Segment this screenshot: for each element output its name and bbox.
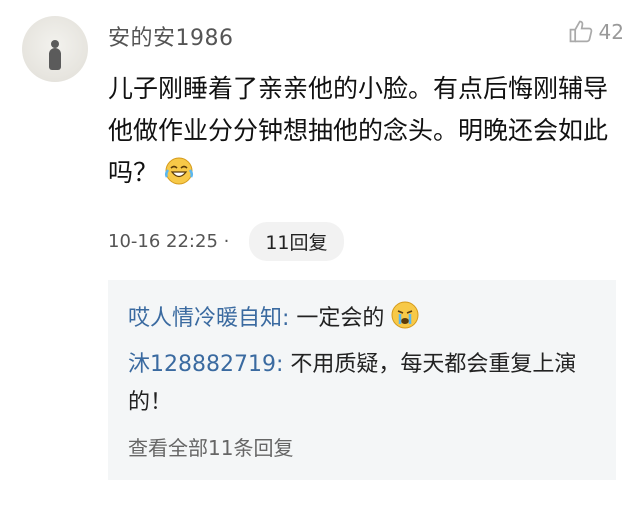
comment-username[interactable]: 安的安1986 [108, 20, 234, 52]
avatar[interactable] [22, 16, 88, 82]
reply-item[interactable]: 哎人情冷暖自知: 一定会的 [128, 300, 598, 338]
thumbs-up-icon [569, 20, 592, 43]
view-all-replies-link[interactable]: 查看全部11条回复 [128, 432, 293, 461]
replies-panel: 哎人情冷暖自知: 一定会的 沐128882719: 不用质疑，每天都会重复上演的… [108, 280, 616, 480]
laugh-cry-emoji [164, 157, 194, 185]
comment-meta: 10-16 22:25 · 11回复 [108, 222, 344, 261]
reply-count-button[interactable]: 11回复 [249, 222, 344, 261]
avatar-figure [49, 40, 61, 70]
reply-item[interactable]: 沐128882719: 不用质疑，每天都会重复上演的！ [128, 346, 598, 422]
like-count: 42 [598, 20, 624, 44]
reply-author[interactable]: 哎人情冷暖自知: [128, 306, 289, 331]
reply-author[interactable]: 沐128882719: [128, 352, 283, 377]
crying-emoji [391, 301, 419, 329]
reply-text: 一定会的 [289, 306, 385, 331]
like-button[interactable]: 42 [567, 18, 624, 46]
comment-timestamp: 10-16 22:25 · [108, 231, 230, 252]
comment-body: 儿子刚睡着了亲亲他的小脸。有点后悔刚辅导他做作业分分钟想抽他的念头。明晚还会如此… [108, 68, 620, 194]
